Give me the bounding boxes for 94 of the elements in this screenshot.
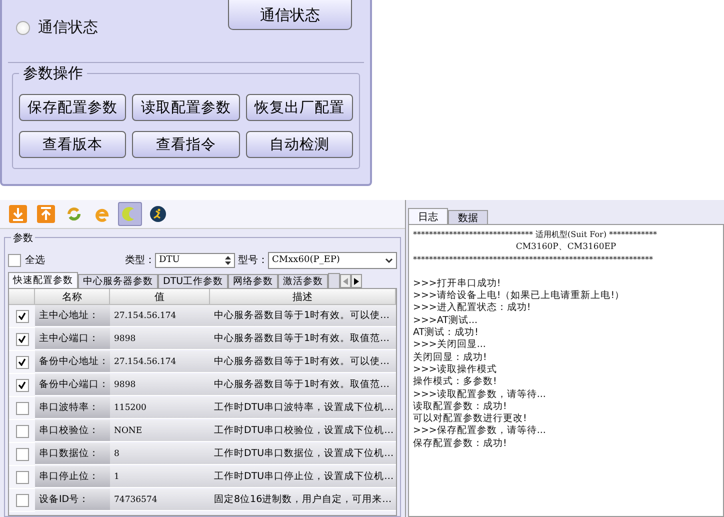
table-cell: 主中心端口： (35, 328, 110, 350)
log-line: 关闭回显：成功! (413, 352, 488, 364)
type-label: 类型： (125, 254, 155, 267)
table-cell: 工作时DTU串口停止位，设置成下位机… (210, 466, 396, 488)
checkbox[interactable] (16, 356, 28, 368)
log-line: AT测试：成功! (413, 327, 480, 339)
action-button[interactable]: 查看指令 (132, 131, 240, 158)
table-cell: 1 (110, 466, 210, 488)
table-cell: 工作时DTU串口数据位，设置成下位机… (210, 443, 396, 465)
download-icon (9, 205, 27, 223)
action-button[interactable]: 自动检测 (246, 131, 353, 158)
upload-icon (37, 205, 55, 223)
log-line: >>>AT测试... (413, 314, 479, 327)
spin-arrows-icon (225, 256, 231, 264)
checkbox[interactable] (16, 310, 28, 322)
checkbox[interactable] (16, 470, 28, 484)
check-mark-icon (18, 312, 26, 320)
log-line: 操作模式：多参数! (413, 376, 498, 389)
action-button[interactable]: 查看版本 (19, 131, 126, 158)
table-cell: 中心服务器数目等于1时有效。可以使… (210, 305, 396, 327)
table-cell: 9898 (110, 328, 210, 350)
table-cell: NONE (110, 420, 210, 442)
checkbox-label: 全选 (25, 254, 46, 267)
table-cell: 串口校验位： (35, 420, 110, 442)
right-triangle-icon (354, 278, 360, 284)
group-title: 参数操作 (19, 64, 87, 83)
log-header: ****************************** 适用机型(Suit For) ************ (413, 229, 658, 241)
log-line: >>>请给设备上电!（如果已上电请重新上电!） (413, 290, 626, 302)
checkbox[interactable] (16, 494, 28, 506)
check-mark-icon (18, 335, 26, 343)
column-header[interactable]: 名称 (35, 289, 110, 305)
log-line: 保存配置参数：成功! (413, 438, 508, 450)
table-cell: 工作时DTU串口波特率，设置成下位机… (210, 397, 396, 419)
table-cell: 中心服务器数目等于1时有效。取值范… (210, 374, 396, 396)
log-line: 读取配置参数：成功! (413, 400, 508, 413)
checkbox[interactable] (16, 424, 28, 438)
table-cell: 工作时DTU串口校验位，设置成下位机… (210, 420, 396, 442)
running-figure-icon (149, 205, 167, 223)
checkbox[interactable] (8, 254, 21, 266)
log-line: >>>读取配置参数，请等待... (413, 388, 547, 401)
refresh-icon (65, 205, 83, 223)
action-button[interactable]: 读取配置参数 (132, 94, 240, 121)
checkbox[interactable] (16, 332, 28, 346)
table-cell: 备份中心端口： (35, 374, 110, 396)
log-line: >>>打开串口成功! (413, 278, 502, 290)
radio-label: 通信状态 (38, 18, 98, 37)
action-button[interactable]: 保存配置参数 (19, 94, 126, 121)
left-triangle-icon (343, 278, 348, 284)
tab[interactable]: 数据 (448, 210, 488, 224)
type-spinbox[interactable]: DTU (155, 252, 235, 268)
log-line: >>>关闭回显... (413, 339, 487, 352)
table-cell: 74736574 (110, 489, 210, 511)
table-cell: 串口数据位： (35, 443, 110, 465)
log-line: >>>保存配置参数，请等待... (413, 425, 547, 438)
model-dropdown[interactable]: CMxx60(P_EP) (268, 252, 397, 268)
table-cell: 串口波特率： (35, 397, 110, 419)
log-line: >>>进入配置状态：成功! (413, 302, 532, 315)
table-cell: 27.154.56.174 (110, 351, 210, 373)
table-cell: 中心服务器数目等于1时有效。可以使… (210, 351, 396, 373)
table-cell: 27.154.56.174 (110, 305, 210, 327)
tab[interactable]: 日志 (408, 208, 448, 224)
log-line: 可以对配置参数进行更改! (413, 413, 528, 425)
log-header: CM3160P、CM3160EP (514, 241, 618, 254)
checkbox[interactable] (16, 378, 28, 392)
action-button[interactable]: 恢复出厂配置 (246, 94, 353, 121)
table-cell: 固定8位16进制数，用户自定，可用来… (210, 489, 396, 511)
column-header[interactable]: 值 (110, 289, 210, 305)
tab[interactable]: 网络参数 (228, 274, 278, 288)
table-cell: 备份中心地址： (35, 351, 110, 373)
radio-button[interactable] (16, 20, 30, 34)
table-cell: 主中心地址： (35, 305, 110, 327)
table-cell: 串口停止位： (35, 466, 110, 488)
scroll-right-button[interactable] (351, 274, 362, 288)
tab[interactable]: 激活参数 (278, 274, 328, 288)
check-mark-icon (18, 358, 26, 366)
header-cell (9, 289, 35, 305)
status-button[interactable]: 通信状态 (228, 0, 352, 30)
table-cell: 8 (110, 443, 210, 465)
checkbox[interactable] (16, 402, 28, 414)
model-label: 型号： (238, 254, 268, 267)
group-title: 参数 (11, 231, 35, 245)
table-cell: 设备ID号： (35, 489, 110, 511)
tab[interactable]: DTU工作参数 (158, 274, 228, 288)
partial-tab[interactable] (328, 273, 340, 288)
checkbox[interactable] (16, 448, 28, 460)
column-header[interactable]: 描述 (210, 289, 396, 305)
table-cell: 115200 (110, 397, 210, 419)
check-mark-icon (18, 381, 26, 389)
log-header: ************************************************************ (413, 254, 654, 266)
tab[interactable]: 快速配置参数 (8, 272, 78, 288)
log-line: >>>读取操作模式 (413, 364, 498, 376)
table-cell: 9898 (110, 374, 210, 396)
tab[interactable]: 中心服务器参数 (78, 274, 158, 288)
table-cell: 中心服务器数目等于1时有效。取值范… (210, 328, 396, 350)
